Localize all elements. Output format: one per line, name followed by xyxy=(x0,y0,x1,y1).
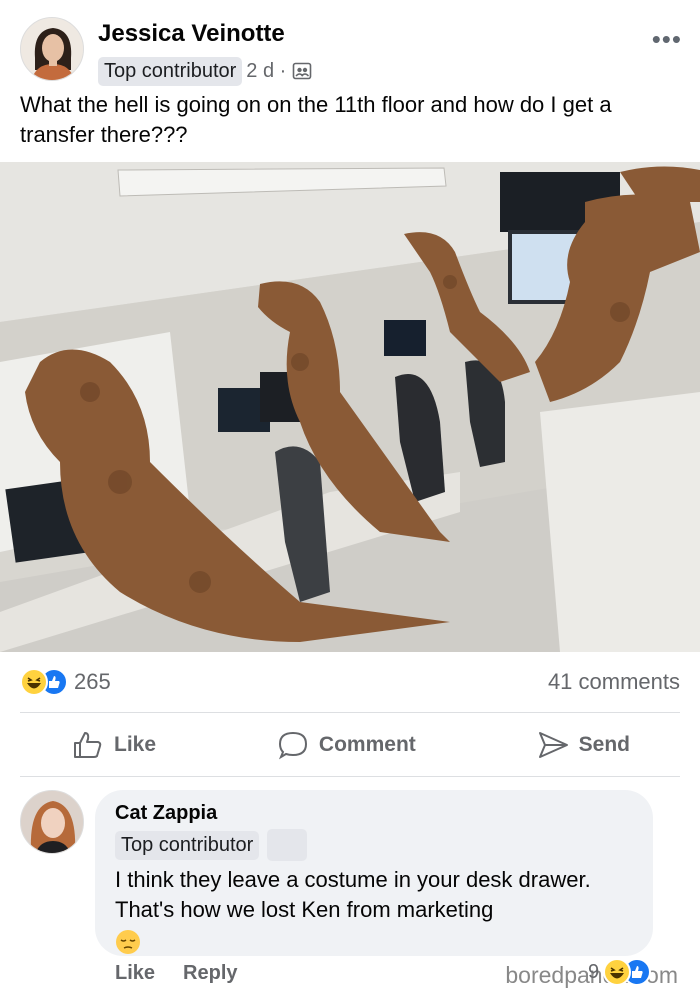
comment-icon xyxy=(278,731,307,760)
reaction-count: 265 xyxy=(74,669,111,694)
commenter-avatar[interactable] xyxy=(20,790,84,854)
post-photo[interactable] xyxy=(0,162,700,652)
like-button[interactable]: Like xyxy=(20,729,210,761)
author-name[interactable]: Jessica Veinotte xyxy=(98,20,285,48)
comment-text: I think they leave a costume in your des… xyxy=(115,867,591,922)
comment-reply-button[interactable]: Reply xyxy=(183,962,237,985)
comment-bubble: Cat Zappia Top contributor I think they … xyxy=(95,790,653,956)
post-actions: Like Comment Send xyxy=(20,716,680,774)
thumbs-up-icon xyxy=(74,732,102,758)
comment-label: Comment xyxy=(318,733,416,756)
comment-reaction-count: 9 xyxy=(588,960,600,983)
comments-count[interactable]: 41 comments xyxy=(548,669,680,695)
divider xyxy=(20,776,680,777)
top-contributor-badge: Top contributor xyxy=(98,56,243,86)
post-header: Jessica Veinotte Top contributor 2 d · •… xyxy=(0,0,700,90)
pensive-emoji-icon xyxy=(116,930,140,954)
send-icon xyxy=(538,732,568,758)
reactions-summary: 265 41 comments xyxy=(20,665,680,699)
comment-meta: Top contributor xyxy=(115,829,633,861)
badge-placeholder xyxy=(267,829,308,861)
author-avatar[interactable] xyxy=(20,17,84,81)
comment-like-button[interactable]: Like xyxy=(115,962,155,985)
send-label: Send xyxy=(578,733,630,756)
post-meta: Top contributor 2 d · xyxy=(98,56,312,86)
divider xyxy=(20,712,680,713)
post-text: What the hell is going on on the 11th fl… xyxy=(20,92,612,147)
comment-reactions[interactable]: 9 xyxy=(588,958,652,986)
post-timestamp[interactable]: 2 d · xyxy=(246,60,286,83)
send-button[interactable]: Send xyxy=(483,729,680,761)
comment-actions: Like Reply xyxy=(115,962,238,985)
haha-icon xyxy=(20,668,48,696)
top-contributor-badge: Top contributor xyxy=(115,830,260,860)
commenter-name[interactable]: Cat Zappia xyxy=(115,802,633,825)
like-label: Like xyxy=(114,733,157,756)
reactions-left[interactable]: 265 xyxy=(20,668,111,696)
haha-icon xyxy=(603,958,632,986)
comment-button[interactable]: Comment xyxy=(223,729,470,761)
more-icon[interactable]: ••• xyxy=(652,24,682,55)
audience-icon xyxy=(293,62,312,80)
